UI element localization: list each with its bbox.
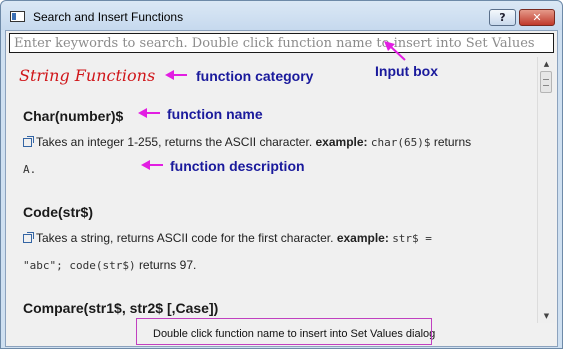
arrow-category-head <box>165 70 174 80</box>
annotation-arrows <box>138 41 406 170</box>
arrow-input-line <box>389 45 406 61</box>
arrow-description-head <box>141 160 150 170</box>
arrow-name-head <box>138 108 147 118</box>
